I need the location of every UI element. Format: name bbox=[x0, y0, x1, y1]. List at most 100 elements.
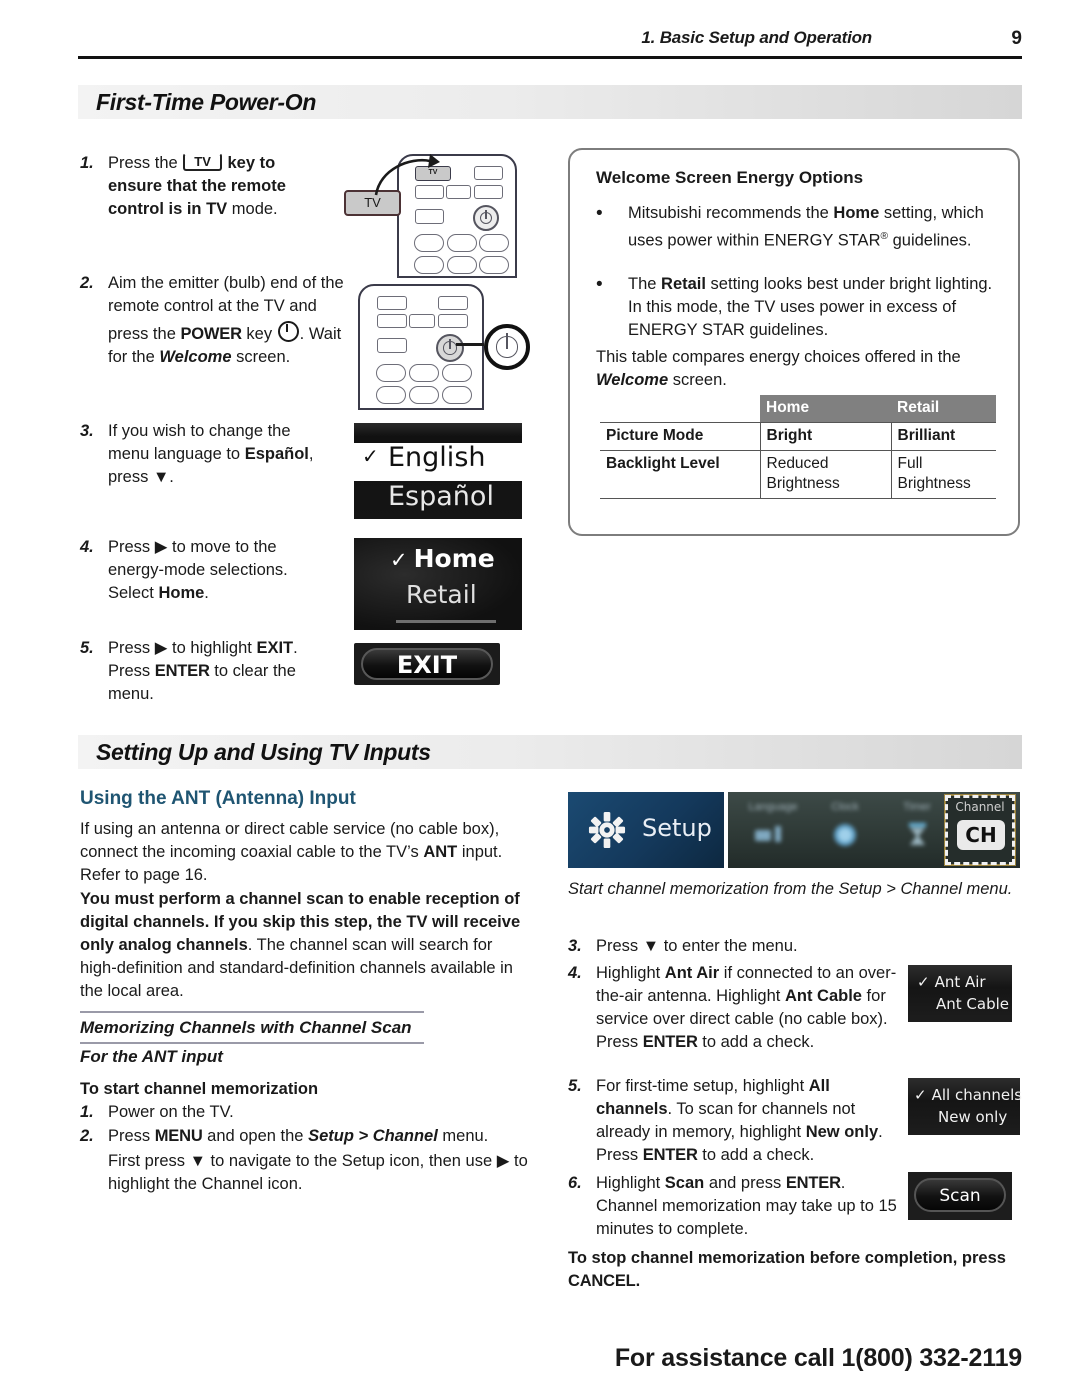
remote2-button-a5 bbox=[438, 314, 468, 328]
left-step-2-number: 2. bbox=[80, 1127, 94, 1145]
section-banner-power-on: First-Time Power-On bbox=[78, 85, 1022, 119]
osd-energy-menu[interactable]: ✓ Home Retail bbox=[354, 538, 522, 630]
right-step-3-number: 3. bbox=[568, 937, 582, 955]
step-3-text: If you wish to change the menu language … bbox=[108, 420, 330, 489]
r5-s0: For first-time setup, highlight bbox=[596, 1077, 809, 1095]
osd-setup-menu-strip[interactable]: Setup Language Clock Timer Channel CH bbox=[568, 792, 1020, 868]
energy-row-label-picture-mode: Picture Mode bbox=[600, 422, 761, 451]
cancel-key-name: CANCEL bbox=[568, 1272, 636, 1290]
osd-icon-language[interactable]: Language bbox=[738, 800, 808, 855]
remote2-button-c1 bbox=[376, 386, 406, 404]
osd-energy-selected-row[interactable]: ✓ Home bbox=[390, 544, 495, 573]
step-2-seg-5: screen. bbox=[231, 348, 291, 366]
step-5-seg-0: Press bbox=[108, 639, 155, 657]
osd-icon-clock-label: Clock bbox=[831, 801, 859, 813]
energy-bullet-1: • Mitsubishi recommends the Home setting… bbox=[596, 202, 1000, 253]
arrow-down-icon-sub: ▼ bbox=[189, 1152, 206, 1170]
osd-energy-other-label[interactable]: Retail bbox=[406, 580, 477, 609]
checkmark-icon-ant: ✓ bbox=[917, 973, 930, 991]
osd-language-other-label[interactable]: Español bbox=[388, 481, 494, 512]
energy-bullet-2: • The Retail setting looks best under br… bbox=[596, 273, 1000, 342]
remote2-button-a3 bbox=[377, 314, 407, 328]
chapter-title: 1. Basic Setup and Operation bbox=[641, 28, 872, 47]
remote2-button-b2 bbox=[409, 364, 439, 382]
osd-setup-label: Setup bbox=[642, 814, 712, 842]
subheading-ant-input: Using the ANT (Antenna) Input bbox=[80, 788, 356, 809]
osd-language-selected-label: English bbox=[388, 442, 486, 473]
step-2-seg-2: key bbox=[241, 325, 277, 343]
osd-energy-selected-label: Home bbox=[413, 544, 495, 573]
energy-note-welcome: Welcome bbox=[596, 371, 669, 389]
r4-s5-enter-key: ENTER bbox=[642, 1033, 698, 1051]
ant-paragraph-1: If using an antenna or direct cable serv… bbox=[80, 818, 520, 887]
energy-note-pre: This table compares energy choices offer… bbox=[596, 348, 961, 366]
step-1: 1. Press the TV key to ensure that the r… bbox=[80, 152, 330, 221]
osd-scan-button[interactable]: Scan bbox=[914, 1178, 1006, 1212]
remote-button-a5 bbox=[415, 209, 444, 224]
language-icon bbox=[755, 826, 781, 842]
osd-channels-other-label[interactable]: New only bbox=[938, 1108, 1007, 1126]
bullet-dot-icon-1: • bbox=[596, 203, 603, 224]
right-step-3-post: to enter the menu. bbox=[659, 937, 798, 955]
osd-icon-timer-label: Timer bbox=[903, 801, 931, 813]
step-1-seg-3: TV bbox=[206, 200, 228, 218]
osd-setup-icon-strip[interactable]: Language Clock Timer Channel CH bbox=[728, 792, 1020, 868]
osd-ant-menu[interactable]: ✓ Ant Air Ant Cable bbox=[908, 965, 1012, 1022]
osd-scan-panel[interactable]: Scan bbox=[908, 1172, 1012, 1220]
r5-s6: to add a check. bbox=[697, 1146, 815, 1164]
r6-s3-enter-key: ENTER bbox=[785, 1174, 841, 1192]
energy-table-header-retail: Retail bbox=[891, 395, 996, 423]
energy-row-label-backlight-level: Backlight Level bbox=[600, 450, 761, 499]
osd-energy-underline bbox=[396, 620, 496, 623]
osd-channels-selected-row[interactable]: ✓ All channels bbox=[914, 1086, 1022, 1104]
ant-para1-bold: ANT bbox=[423, 843, 458, 861]
r6-s2: and press bbox=[704, 1174, 786, 1192]
osd-ant-other-label[interactable]: Ant Cable bbox=[936, 995, 1009, 1013]
r4-s1-ant-air: Ant Air bbox=[664, 964, 720, 982]
energy-row-home-backlight-level: Reduced Brightness bbox=[760, 450, 892, 499]
osd-language-menu[interactable]: ✓ English Español bbox=[354, 423, 522, 519]
energy-bullet-1-tail: guidelines. bbox=[888, 231, 972, 250]
arrow-right-icon-4: ▶ bbox=[154, 538, 168, 556]
energy-note-post: screen. bbox=[668, 371, 727, 389]
step-5-text: Press ▶ to highlight EXIT. Press ENTER t… bbox=[108, 637, 332, 706]
r4-s3-ant-cable: Ant Cable bbox=[784, 987, 862, 1005]
r5-s5-enter-key: ENTER bbox=[642, 1146, 698, 1164]
osd-icon-timer[interactable]: Timer bbox=[882, 800, 952, 855]
header-divider bbox=[78, 56, 1022, 59]
remote-button-a4 bbox=[474, 185, 503, 199]
callout-arrow-icon bbox=[374, 154, 440, 196]
osd-exit-button[interactable]: EXIT bbox=[361, 648, 493, 680]
checkmark-icon-channels: ✓ bbox=[914, 1086, 927, 1104]
energy-table-header-home: Home bbox=[760, 395, 891, 423]
section-title-power-on: First-Time Power-On bbox=[96, 89, 317, 115]
osd-ant-selected-row[interactable]: ✓ Ant Air bbox=[917, 973, 986, 991]
right-step-4-number: 4. bbox=[568, 964, 582, 982]
osd-setup-panel[interactable]: Setup bbox=[568, 792, 724, 868]
remote2-power-button bbox=[436, 334, 464, 362]
step-1-number: 1. bbox=[80, 154, 94, 172]
page-number: 9 bbox=[1011, 28, 1022, 49]
step-3: 3. If you wish to change the menu langua… bbox=[80, 420, 330, 489]
osd-language-selected-row[interactable]: ✓ English bbox=[354, 442, 522, 481]
remote-button-b1 bbox=[414, 234, 444, 252]
osd-exit-panel[interactable]: EXIT bbox=[354, 643, 500, 685]
menu-key-name: MENU bbox=[154, 1127, 203, 1145]
power-icon bbox=[277, 321, 299, 342]
energy-table-header-row: Home Retail bbox=[600, 395, 996, 423]
energy-row-home-picture-mode: Bright bbox=[760, 422, 892, 451]
r6-s1-scan: Scan bbox=[664, 1174, 705, 1192]
energy-bullet-2-text: The Retail setting looks best under brig… bbox=[628, 273, 1000, 342]
footer-assistance: For assistance call 1(800) 332-2119 bbox=[614, 1344, 1022, 1372]
step-1-seg-4: mode. bbox=[227, 200, 278, 218]
remote2-button-a2 bbox=[438, 296, 468, 310]
welcome-energy-options-box: Welcome Screen Energy Options • Mitsubis… bbox=[568, 148, 1020, 536]
setup-channel-path: Setup > Channel bbox=[308, 1127, 438, 1145]
remote-button-c2 bbox=[447, 256, 477, 274]
step-1-seg-0: Press the bbox=[108, 154, 183, 172]
remote2-button-a1 bbox=[377, 296, 407, 310]
osd-icon-channel-highlighted[interactable]: Channel CH bbox=[944, 794, 1016, 866]
osd-icon-clock[interactable]: Clock bbox=[810, 800, 880, 855]
remote2-button-a6 bbox=[377, 338, 407, 353]
osd-channels-menu[interactable]: ✓ All channels New only bbox=[908, 1078, 1022, 1135]
